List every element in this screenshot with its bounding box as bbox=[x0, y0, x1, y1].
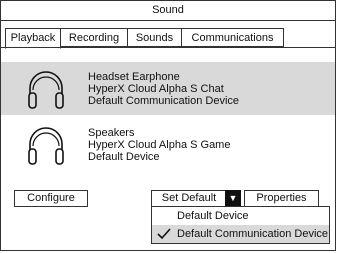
device-name: Speakers bbox=[88, 127, 135, 139]
set-default-button[interactable]: Set Default bbox=[151, 190, 227, 207]
device-model: HyperX Cloud Alpha S Game bbox=[88, 139, 231, 151]
menu-item-default-device[interactable]: Default Device bbox=[152, 207, 329, 225]
device-item-speakers[interactable]: Speakers HyperX Cloud Alpha S Game Defau… bbox=[1, 118, 335, 171]
menu-item-label: Default Communication Device bbox=[177, 228, 329, 240]
tab-panel-divider bbox=[1, 47, 335, 48]
headphones-icon bbox=[28, 71, 64, 109]
set-default-dropdown-menu: Default Device Default Communication Dev… bbox=[151, 206, 330, 244]
device-text: Speakers HyperX Cloud Alpha S Game Defau… bbox=[88, 127, 230, 163]
set-default-dropdown-arrow[interactable]: ▼ bbox=[225, 190, 241, 206]
menu-item-default-communication-device[interactable]: Default Communication Device bbox=[152, 225, 329, 243]
chevron-down-icon: ▼ bbox=[228, 193, 238, 203]
device-status: Default Communication Device bbox=[88, 95, 240, 107]
device-model: HyperX Cloud Alpha S Chat bbox=[88, 83, 224, 95]
checkmark-icon bbox=[157, 228, 171, 240]
tab-playback[interactable]: Playback bbox=[5, 28, 61, 49]
headphones-icon bbox=[28, 127, 64, 165]
device-item-headset-earphone[interactable]: Headset Earphone HyperX Cloud Alpha S Ch… bbox=[1, 62, 335, 115]
configure-button[interactable]: Configure bbox=[14, 190, 88, 207]
properties-button[interactable]: Properties bbox=[244, 190, 319, 207]
menu-item-label: Default Device bbox=[177, 210, 249, 222]
sound-dialog: Sound Playback Recording Sounds Communic… bbox=[0, 0, 336, 251]
device-text: Headset Earphone HyperX Cloud Alpha S Ch… bbox=[88, 71, 239, 107]
window-title: Sound bbox=[1, 1, 335, 21]
tab-sounds[interactable]: Sounds bbox=[128, 28, 182, 47]
tab-bar: Playback Recording Sounds Communications bbox=[5, 28, 284, 49]
device-name: Headset Earphone bbox=[88, 71, 180, 83]
tab-recording[interactable]: Recording bbox=[61, 28, 128, 47]
device-status: Default Device bbox=[88, 151, 160, 163]
tab-communications[interactable]: Communications bbox=[182, 28, 284, 47]
